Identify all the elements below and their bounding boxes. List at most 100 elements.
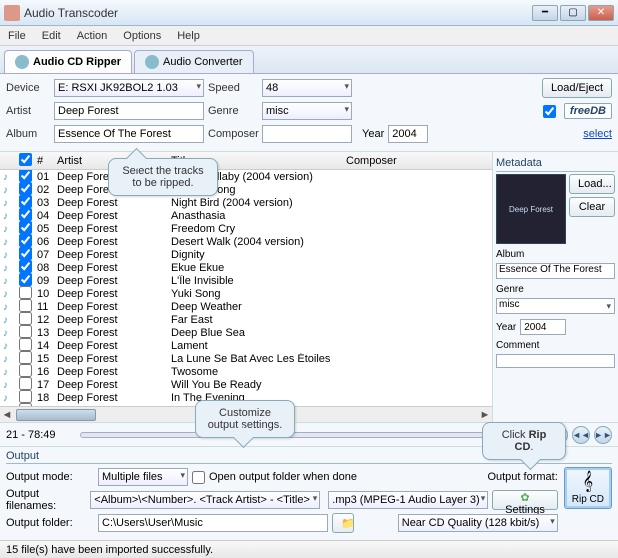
output-mode-select[interactable] bbox=[98, 468, 188, 486]
output-quality-select[interactable] bbox=[398, 514, 558, 532]
track-artist: Deep Forest bbox=[54, 210, 168, 222]
track-checkbox[interactable] bbox=[19, 234, 32, 247]
table-row[interactable]: ♪03Deep ForestNight Bird (2004 version) bbox=[0, 196, 492, 209]
track-number: 03 bbox=[34, 197, 54, 209]
track-checkbox[interactable] bbox=[19, 182, 32, 195]
track-checkbox[interactable] bbox=[19, 325, 32, 338]
next-button[interactable]: ►► bbox=[594, 426, 612, 444]
table-row[interactable]: ♪14Deep ForestLament bbox=[0, 339, 492, 352]
menu-action[interactable]: Action bbox=[73, 28, 112, 44]
table-row[interactable]: ♪04Deep ForestAnasthasia bbox=[0, 209, 492, 222]
track-checkbox[interactable] bbox=[19, 377, 32, 390]
track-title: Desert Walk (2004 version) bbox=[168, 236, 343, 248]
device-label: Device bbox=[6, 82, 50, 94]
table-row[interactable]: ♪15Deep ForestLa Lune Se Bat Avec Les Ét… bbox=[0, 352, 492, 365]
side-year-field[interactable] bbox=[520, 319, 566, 335]
side-comment-field[interactable] bbox=[496, 354, 615, 368]
table-row[interactable]: ♪10Deep ForestYuki Song bbox=[0, 287, 492, 300]
minimize-button[interactable]: ━ bbox=[532, 5, 558, 21]
menu-file[interactable]: File bbox=[4, 28, 30, 44]
maximize-button[interactable]: ▢ bbox=[560, 5, 586, 21]
scroll-left-icon[interactable]: ◄ bbox=[0, 407, 14, 422]
table-row[interactable]: ♪12Deep ForestFar East bbox=[0, 313, 492, 326]
prev-button[interactable]: ◄◄ bbox=[572, 426, 590, 444]
track-checkbox[interactable] bbox=[19, 390, 32, 403]
track-checkbox[interactable] bbox=[19, 195, 32, 208]
track-checkbox[interactable] bbox=[19, 170, 32, 182]
app-icon bbox=[4, 5, 20, 21]
col-num[interactable]: # bbox=[34, 155, 54, 167]
tab-converter[interactable]: Audio Converter bbox=[134, 50, 254, 73]
track-checkbox[interactable] bbox=[19, 221, 32, 234]
side-album-field[interactable]: Essence Of The Forest bbox=[496, 263, 615, 279]
year-field[interactable] bbox=[388, 125, 428, 143]
table-row[interactable]: ♪05Deep ForestFreedom Cry bbox=[0, 222, 492, 235]
check-all[interactable] bbox=[19, 153, 32, 166]
table-header: # Artist Title Composer bbox=[0, 152, 492, 170]
table-body[interactable]: ♪01Deep ForestSweet Lullaby (2004 versio… bbox=[0, 170, 492, 406]
select-link[interactable]: select bbox=[583, 128, 612, 140]
open-folder-checkbox[interactable] bbox=[192, 471, 205, 484]
table-row[interactable]: ♪17Deep ForestWill You Be Ready bbox=[0, 378, 492, 391]
track-checkbox[interactable] bbox=[19, 312, 32, 325]
table-row[interactable]: ♪11Deep ForestDeep Weather bbox=[0, 300, 492, 313]
artist-field[interactable] bbox=[54, 102, 204, 120]
track-artist: Deep Forest bbox=[54, 223, 168, 235]
album-field[interactable] bbox=[54, 125, 204, 143]
output-filenames-field[interactable] bbox=[90, 491, 320, 509]
music-note-icon: ♪ bbox=[3, 302, 8, 313]
convert-icon bbox=[145, 55, 159, 69]
output-format-select[interactable] bbox=[328, 491, 488, 509]
track-checkbox[interactable] bbox=[19, 364, 32, 377]
track-checkbox[interactable] bbox=[19, 338, 32, 351]
freedb-checkbox[interactable] bbox=[543, 105, 556, 118]
metadata-header: Metadata bbox=[496, 155, 615, 172]
device-select[interactable] bbox=[54, 79, 204, 97]
load-eject-button[interactable]: Load/Eject bbox=[542, 78, 612, 98]
menu-options[interactable]: Options bbox=[119, 28, 165, 44]
playback-position: 21 - 78:49 bbox=[6, 429, 76, 441]
output-folder-field[interactable] bbox=[98, 514, 328, 532]
track-checkbox[interactable] bbox=[19, 260, 32, 273]
scroll-thumb[interactable] bbox=[16, 409, 96, 421]
track-checkbox[interactable] bbox=[19, 299, 32, 312]
album-cover[interactable]: Deep Forest bbox=[496, 174, 566, 244]
genre-select[interactable] bbox=[262, 102, 352, 120]
track-number: 18 bbox=[34, 392, 54, 404]
table-row[interactable]: ♪06Deep ForestDesert Walk (2004 version) bbox=[0, 235, 492, 248]
track-checkbox[interactable] bbox=[19, 273, 32, 286]
music-note-icon: ♪ bbox=[3, 367, 8, 378]
clear-cover-button[interactable]: Clear bbox=[569, 197, 615, 217]
menu-help[interactable]: Help bbox=[173, 28, 204, 44]
track-checkbox[interactable] bbox=[19, 351, 32, 364]
track-checkbox[interactable] bbox=[19, 403, 32, 407]
table-row[interactable]: ♪02Deep ForestMarta's Song bbox=[0, 183, 492, 196]
load-cover-button[interactable]: Load... bbox=[569, 174, 615, 194]
table-row[interactable]: ♪07Deep ForestDignity bbox=[0, 248, 492, 261]
table-row[interactable]: ♪13Deep ForestDeep Blue Sea bbox=[0, 326, 492, 339]
table-row[interactable]: ♪16Deep ForestTwosome bbox=[0, 365, 492, 378]
track-checkbox[interactable] bbox=[19, 208, 32, 221]
speed-select[interactable] bbox=[262, 79, 352, 97]
table-row[interactable]: ♪01Deep ForestSweet Lullaby (2004 versio… bbox=[0, 170, 492, 183]
tab-ripper[interactable]: Audio CD Ripper bbox=[4, 50, 132, 73]
track-number: 04 bbox=[34, 210, 54, 222]
scroll-right-icon[interactable]: ► bbox=[478, 407, 492, 422]
track-number: 15 bbox=[34, 353, 54, 365]
rip-cd-button[interactable]: 𝄞 Rip CD bbox=[564, 467, 612, 509]
track-checkbox[interactable] bbox=[19, 286, 32, 299]
track-checkbox[interactable] bbox=[19, 247, 32, 260]
music-note-icon: ♪ bbox=[3, 224, 8, 235]
freedb-logo[interactable]: freeDB bbox=[564, 103, 612, 119]
settings-button[interactable]: ✿ Settings bbox=[492, 490, 557, 510]
table-row[interactable]: ♪09Deep ForestL'Île Invisible bbox=[0, 274, 492, 287]
window-title: Audio Transcoder bbox=[24, 6, 532, 20]
music-note-icon: ♪ bbox=[3, 198, 8, 209]
browse-folder-button[interactable]: 📁 bbox=[332, 513, 354, 533]
menu-edit[interactable]: Edit bbox=[38, 28, 65, 44]
close-button[interactable]: ✕ bbox=[588, 5, 614, 21]
table-row[interactable]: ♪08Deep ForestEkue Ekue bbox=[0, 261, 492, 274]
side-genre-field[interactable]: misc bbox=[496, 298, 615, 314]
composer-field[interactable] bbox=[262, 125, 352, 143]
col-composer[interactable]: Composer bbox=[343, 155, 413, 167]
